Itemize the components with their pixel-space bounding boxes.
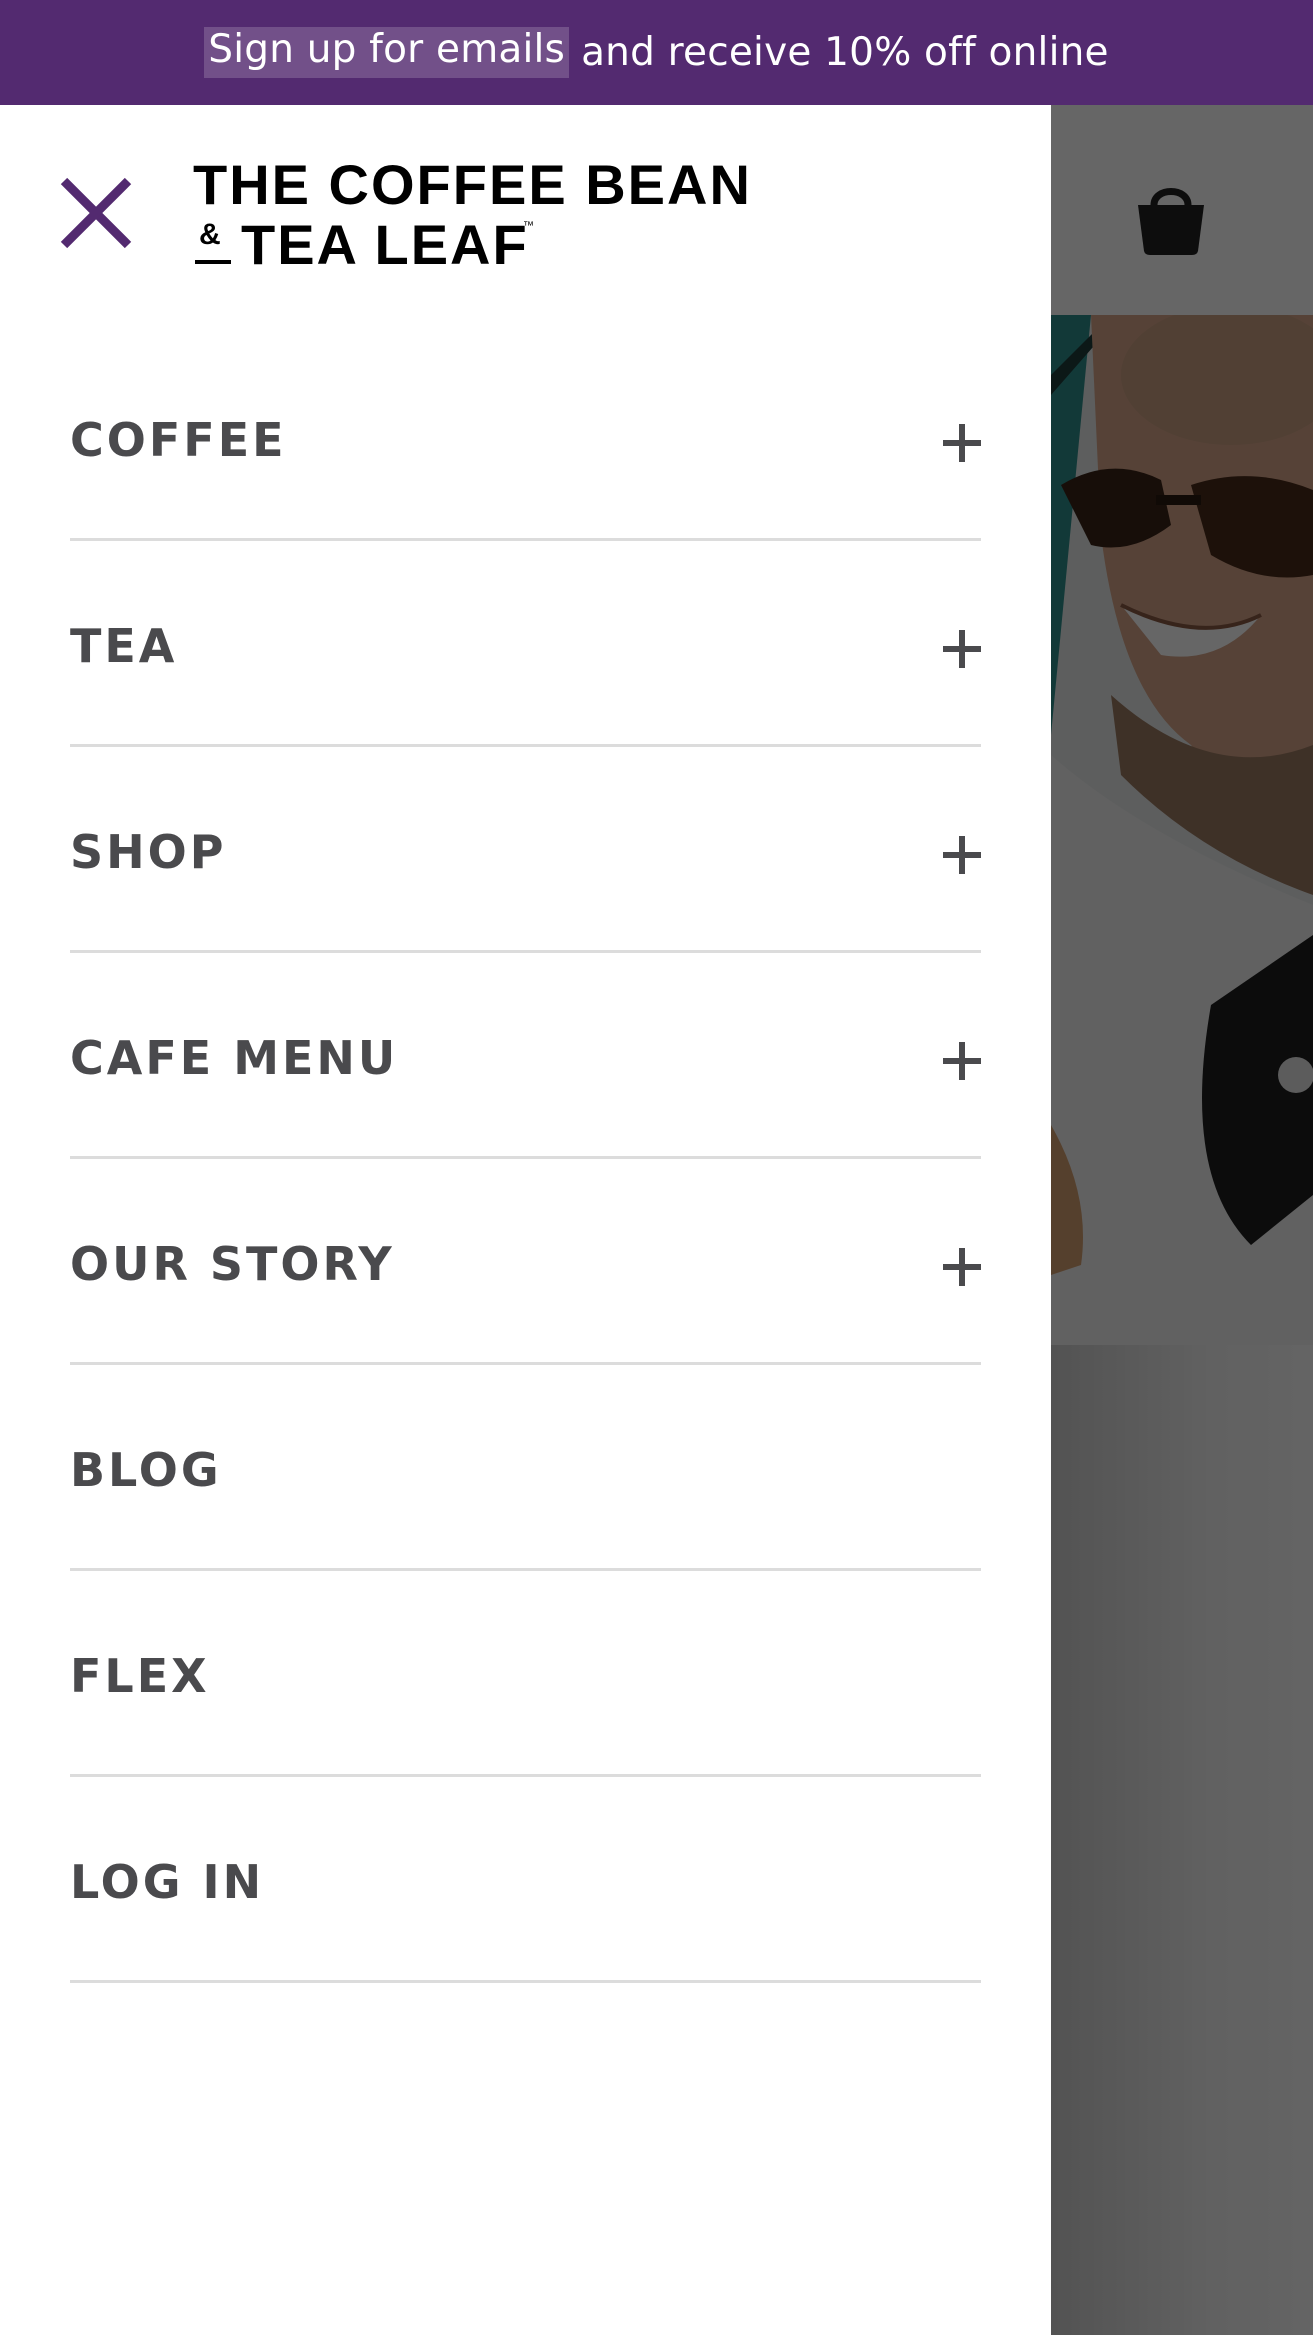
logo-line-1: THE COFFEE BEAN [193,153,752,216]
menu-item-flex[interactable]: FLEX [70,1571,981,1777]
menu-item-blog[interactable]: BLOG [70,1365,981,1571]
menu-item-coffee[interactable]: COFFEE [70,335,981,541]
menu-item-label: FLEX [70,1649,210,1703]
menu-item-label: SHOP [70,825,227,879]
main-menu: COFFEE TEA SHOP CAFE MENU OUR STORY BLOG… [70,335,981,1983]
plus-icon[interactable] [943,630,981,668]
plus-icon[interactable] [943,1248,981,1286]
menu-item-label: LOG IN [70,1855,265,1909]
drawer-overlay[interactable] [1051,105,1313,2335]
navigation-drawer: THE COFFEE BEAN & TEA LEAF ™ COFFEE TEA … [0,105,1051,2335]
promo-text: and receive 10% off online [581,30,1109,75]
logo-trademark: ™ [523,220,534,232]
logo-ampersand: & [199,218,221,251]
menu-item-our-story[interactable]: OUR STORY [70,1159,981,1365]
plus-icon[interactable] [943,424,981,462]
menu-item-shop[interactable]: SHOP [70,747,981,953]
menu-item-cafe-menu[interactable]: CAFE MENU [70,953,981,1159]
menu-item-label: CAFE MENU [70,1031,399,1085]
logo-underline [195,260,231,264]
close-icon[interactable] [58,175,134,251]
plus-icon[interactable] [943,1042,981,1080]
plus-icon[interactable] [943,836,981,874]
menu-item-log-in[interactable]: LOG IN [70,1777,981,1983]
menu-item-label: BLOG [70,1443,222,1497]
menu-item-tea[interactable]: TEA [70,541,981,747]
menu-item-label: COFFEE [70,413,287,467]
brand-logo[interactable]: THE COFFEE BEAN & TEA LEAF ™ [193,152,753,276]
email-signup-link[interactable]: Sign up for emails [204,27,570,78]
logo-line-2: TEA LEAF [241,213,529,276]
promo-banner: Sign up for emails and receive 10% off o… [0,0,1313,105]
menu-item-label: OUR STORY [70,1237,395,1291]
menu-item-label: TEA [70,619,178,673]
